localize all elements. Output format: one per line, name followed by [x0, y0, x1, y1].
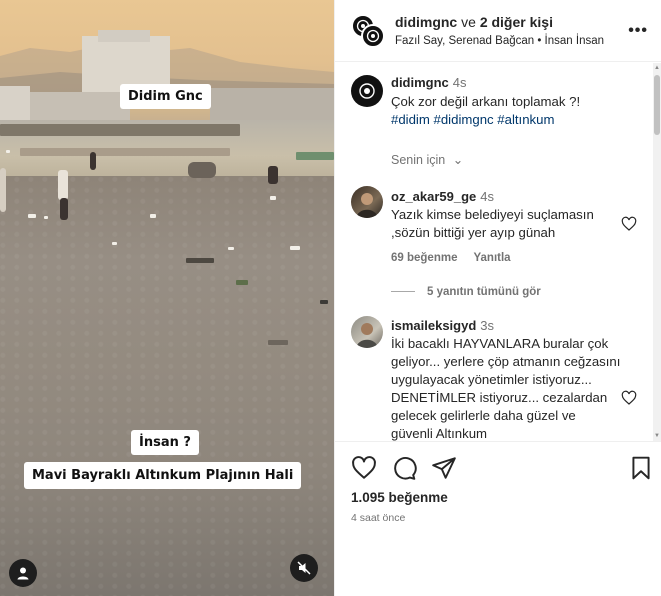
litter — [150, 214, 156, 218]
user-circle-icon — [17, 567, 29, 580]
litter — [186, 258, 214, 263]
litter — [6, 150, 10, 153]
person — [188, 162, 216, 178]
town-buildings-left — [0, 86, 30, 122]
comment-avatar[interactable] — [351, 316, 383, 348]
sand-beach — [0, 176, 334, 596]
other-authors-link[interactable]: 2 diğer kişi — [480, 14, 553, 30]
person — [60, 198, 68, 220]
town-buildings-right — [210, 88, 334, 122]
litter — [44, 216, 48, 219]
litter — [236, 280, 248, 285]
scroll-thumb[interactable] — [654, 75, 660, 135]
post-time-ago: 4 saat önce — [351, 512, 406, 524]
comments-scrollbar[interactable]: ▲ ▼ — [653, 63, 661, 441]
user-photo-icon — [356, 323, 378, 348]
comment-username[interactable]: ismaileksigyd 3s — [391, 318, 494, 333]
collab-avatars[interactable] — [351, 14, 385, 48]
caption-avatar[interactable] — [351, 75, 383, 107]
hotel-building-top — [98, 30, 150, 42]
litter — [112, 242, 117, 245]
speaker-muted-icon — [297, 561, 311, 575]
comment-time: 3s — [480, 318, 495, 333]
view-replies-button[interactable]: 5 yanıtın tümünü gör — [391, 286, 541, 298]
mute-button[interactable] — [290, 554, 318, 582]
like-comment-heart-icon[interactable] — [621, 216, 637, 232]
chevron-down-icon: ⌄ — [452, 153, 464, 167]
pier — [0, 124, 240, 136]
caption-hashtags[interactable]: #didim #didimgnc #altınkum — [391, 112, 554, 127]
person — [0, 168, 6, 212]
scroll-up-arrow[interactable]: ▲ — [654, 65, 660, 71]
reply-button[interactable]: Yanıtla — [473, 252, 510, 264]
comment-meta: 69 beğenme Yanıtla — [391, 252, 527, 264]
media-label-question: İnsan ? — [131, 430, 199, 455]
comment-text: Yazık kimse belediyeyi suçlamasın ,sözün… — [391, 207, 594, 240]
boats — [20, 148, 230, 156]
litter — [320, 300, 328, 304]
comment-bubble-icon[interactable] — [391, 455, 417, 481]
audio-info[interactable]: Fazıl Say, Serenad Bağcan • İnsan İnsan — [395, 35, 604, 47]
like-heart-icon[interactable] — [351, 455, 377, 481]
comment-username[interactable]: oz_akar59_ge 4s — [391, 189, 494, 204]
person — [90, 152, 96, 170]
translation-label[interactable]: Senin için — [391, 153, 445, 167]
comment-text: İki bacaklı HAYVANLARA buralar çok geliy… — [391, 336, 621, 441]
post-actions: 1.095 beğenme 4 saat önce — [335, 441, 661, 596]
caption-time: 4s — [452, 75, 467, 90]
caption-body: Çok zor değil arkanı toplamak ?! — [391, 94, 581, 109]
litter — [290, 246, 300, 250]
caption-username-text[interactable]: didimgnc — [391, 75, 449, 90]
person — [268, 166, 278, 184]
comment-username-text[interactable]: ismaileksigyd — [391, 318, 476, 333]
author-connector: ve — [461, 14, 476, 30]
comment-username-text[interactable]: oz_akar59_ge — [391, 189, 476, 204]
media-label-top: Didim Gnc — [120, 84, 211, 109]
post-header: didimgnc ve 2 diğer kişi Fazıl Say, Sere… — [335, 0, 661, 62]
translation-toggle[interactable]: Senin için ⌄ — [391, 152, 479, 167]
save-bookmark-icon[interactable] — [628, 455, 654, 481]
litter — [268, 340, 288, 345]
boat-green — [296, 152, 334, 160]
litter — [270, 196, 276, 200]
author-username[interactable]: didimgnc — [395, 14, 457, 30]
scroll-down-arrow[interactable]: ▼ — [654, 433, 660, 439]
likes-count[interactable]: 1.095 beğenme — [351, 490, 448, 505]
post-media[interactable]: Didim Gnc İnsan ? Mavi Bayraklı Altınkum… — [0, 0, 334, 596]
comment-avatar[interactable] — [351, 186, 383, 218]
comment-likes[interactable]: 69 beğenme — [391, 252, 457, 264]
litter — [28, 214, 36, 218]
media-label-caption: Mavi Bayraklı Altınkum Plajının Hali — [24, 462, 302, 489]
post-authors[interactable]: didimgnc ve 2 diğer kişi — [395, 14, 553, 30]
comment-time: 4s — [480, 189, 495, 204]
more-options-button[interactable]: ••• — [628, 22, 648, 40]
lion-logo-icon — [366, 29, 380, 43]
tagged-users-button[interactable] — [9, 559, 37, 587]
comments-section[interactable]: didimgnc 4s Çok zor değil arkanı toplamak… — [335, 63, 661, 441]
caption-username[interactable]: didimgnc 4s — [391, 75, 467, 90]
person — [58, 170, 68, 200]
share-paper-plane-icon[interactable] — [431, 455, 457, 481]
avatar-collaborator[interactable] — [361, 24, 385, 48]
like-comment-heart-icon[interactable] — [621, 390, 637, 406]
caption-text: Çok zor değil arkanı toplamak ?! #didim … — [391, 93, 621, 129]
post-details-panel: didimgnc ve 2 diğer kişi Fazıl Say, Sere… — [334, 0, 661, 596]
litter — [228, 247, 234, 250]
lion-logo-icon — [359, 83, 375, 99]
user-photo-icon — [356, 193, 378, 218]
